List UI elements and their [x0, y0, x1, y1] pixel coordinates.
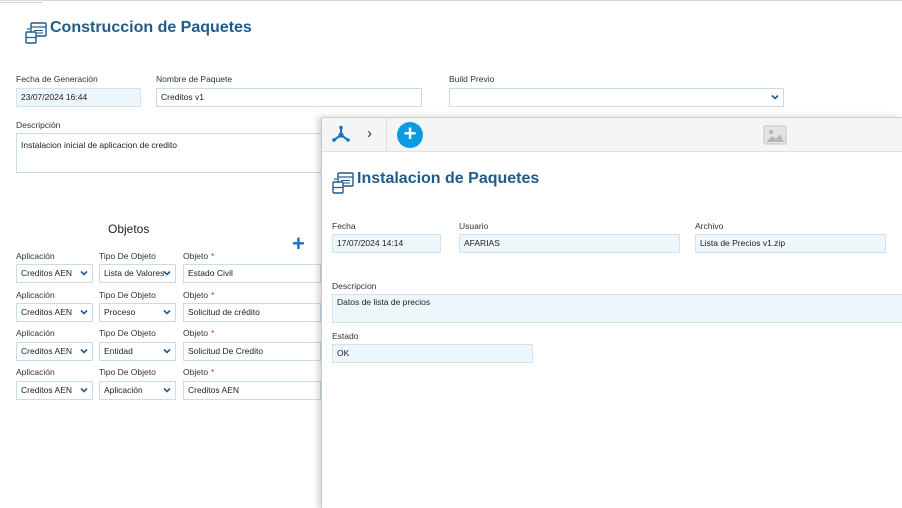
tipo-objeto-select[interactable]: Proceso — [99, 303, 176, 322]
chevron-down-icon — [162, 307, 172, 317]
tipo-objeto-label: Tipo De Objeto — [99, 367, 156, 377]
tipo-objeto-select[interactable]: Lista de Valores — [99, 264, 176, 283]
chevron-down-icon — [162, 385, 172, 395]
estado-label: Estado — [332, 331, 359, 341]
fecha-label: Fecha — [332, 221, 356, 231]
package-icon — [331, 171, 355, 195]
archivo-label: Archivo — [695, 221, 724, 231]
window-top-border — [0, 0, 902, 1]
descripcion-field[interactable]: Instalacion inicial de aplicacion de cre… — [16, 133, 326, 173]
toolbar-separator — [386, 118, 387, 152]
chevron-down-icon — [162, 346, 172, 356]
package-icon — [24, 21, 48, 45]
aplicacion-label: Aplicación — [16, 367, 55, 377]
tipo-objeto-select[interactable]: Entidad — [99, 342, 176, 361]
objeto-label: Objeto * — [183, 290, 215, 300]
fecha-generacion-label: Fecha de Generación — [16, 74, 98, 84]
tipo-objeto-label: Tipo De Objeto — [99, 290, 156, 300]
build-previo-select[interactable] — [449, 88, 784, 107]
panel-toolbar: › + — [322, 118, 902, 152]
network-icon[interactable] — [331, 125, 351, 145]
descripcion-field[interactable]: Datos de lista de precios — [332, 294, 902, 323]
aplicacion-label: Aplicación — [16, 328, 55, 338]
fecha-field[interactable]: 17/07/2024 14:14 — [332, 234, 441, 253]
chevron-down-icon — [79, 268, 89, 278]
descripcion-label: Descripcion — [332, 281, 377, 291]
panel-title: Instalacion de Paquetes — [357, 170, 540, 187]
chevron-down-icon — [79, 307, 89, 317]
objeto-field[interactable]: Solicitud De Credito — [183, 342, 321, 361]
chevron-down-icon — [162, 268, 172, 278]
descripcion-label: Descripción — [16, 120, 61, 130]
usuario-label: Usuario — [459, 221, 489, 231]
aplicacion-select[interactable]: Creditos AEN — [16, 342, 93, 361]
objeto-label: Objeto * — [183, 328, 215, 338]
fecha-generacion-field[interactable]: 23/07/2024 16:44 — [16, 88, 141, 107]
chevron-down-icon — [770, 92, 780, 102]
chevron-down-icon — [79, 385, 89, 395]
estado-field[interactable]: OK — [332, 344, 533, 363]
usuario-field[interactable]: AFARIAS — [459, 234, 680, 253]
chevron-right-icon[interactable]: › — [367, 126, 372, 141]
objeto-field[interactable]: Estado Civil — [183, 264, 321, 283]
aplicacion-select[interactable]: Creditos AEN — [16, 264, 93, 283]
aplicacion-select[interactable]: Creditos AEN — [16, 303, 93, 322]
page-title: Construccion de Paquetes — [50, 19, 252, 36]
image-icon[interactable] — [763, 125, 787, 145]
nombre-paquete-label: Nombre de Paquete — [156, 74, 233, 84]
add-objeto-button[interactable]: + — [292, 233, 305, 255]
objeto-label: Objeto * — [183, 367, 215, 377]
chevron-down-icon — [79, 346, 89, 356]
objeto-field[interactable]: Solicitud de crédito — [183, 303, 321, 322]
top-tab-edge — [0, 0, 42, 3]
aplicacion-label: Aplicación — [16, 290, 55, 300]
build-previo-label: Build Previo — [449, 74, 495, 84]
objeto-label: Objeto * — [183, 251, 215, 261]
objeto-field[interactable]: Creditos AEN — [183, 381, 321, 400]
tipo-objeto-label: Tipo De Objeto — [99, 251, 156, 261]
instalacion-panel: › + Instalacion de Paquetes Fecha 17/07/… — [321, 117, 902, 508]
add-button[interactable]: + — [397, 122, 423, 148]
objetos-title: Objetos — [108, 222, 150, 236]
tipo-objeto-label: Tipo De Objeto — [99, 328, 156, 338]
aplicacion-label: Aplicación — [16, 251, 55, 261]
tipo-objeto-select[interactable]: Aplicación — [99, 381, 176, 400]
aplicacion-select[interactable]: Creditos AEN — [16, 381, 93, 400]
archivo-field[interactable]: Lista de Precios v1.zip — [695, 234, 886, 253]
nombre-paquete-field[interactable]: Creditos v1 — [156, 88, 422, 107]
